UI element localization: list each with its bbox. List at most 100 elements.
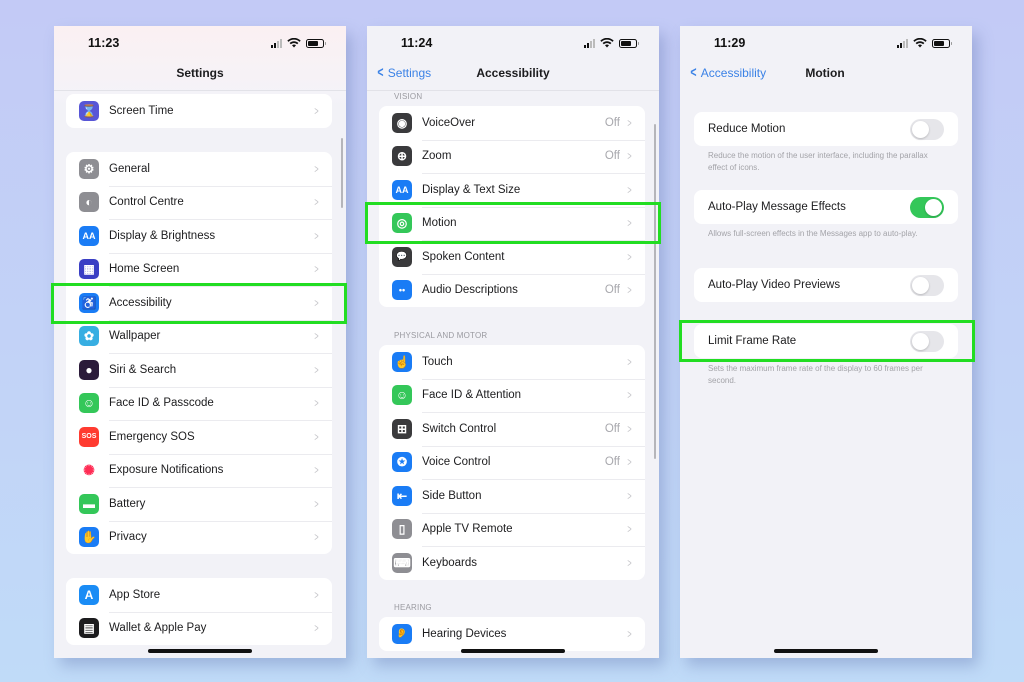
list-item-touch[interactable]: ☝ Touch > (379, 345, 645, 379)
list-item-hearing-devices[interactable]: 👂 Hearing Devices > (379, 617, 645, 651)
settings-group-main: ⚙ General > ◐ Control Centre > AA Display & Bri… (66, 152, 332, 554)
app-grid-icon: ▦ (79, 259, 99, 280)
chevron-left-icon: < (690, 64, 697, 81)
ear-icon: 👂 (392, 623, 412, 644)
text-size-icon: AA (392, 179, 412, 200)
list-item-label: VoiceOver (422, 116, 476, 129)
list-item-wallet-and-apple-pay[interactable]: ▤ Wallet & Apple Pay > (66, 611, 332, 646)
nav-bar: Settings (54, 62, 346, 88)
list-item-switch-control[interactable]: ⊞ Switch Control Off > (379, 412, 645, 446)
section-header-hearing: HEARING (394, 603, 432, 612)
chevron-right-icon: > (314, 195, 319, 210)
text-size-icon: AA (79, 225, 99, 246)
hand-icon: ✋ (79, 527, 99, 548)
face-id-icon: ☺ (79, 393, 99, 414)
list-item-face-id-and-attention[interactable]: ☺ Face ID & Attention > (379, 378, 645, 413)
sos-icon: SOS (79, 426, 99, 447)
list-item-label: Exposure Notifications (109, 464, 224, 477)
list-item-spoken-content[interactable]: 💬 Spoken Content > (379, 240, 645, 274)
list-item-wallpaper[interactable]: ✿ Wallpaper > (66, 319, 332, 354)
list-item-value: Off (604, 422, 620, 435)
list-item-keyboards[interactable]: ⌨ Keyboards > (379, 546, 645, 580)
limit-frame-rate-row: Limit Frame Rate (694, 324, 958, 358)
list-item-label: Wallpaper (109, 330, 161, 343)
chevron-right-icon: > (314, 103, 319, 118)
list-item-home-screen[interactable]: ▦ Home Screen > (66, 252, 332, 287)
list-item-exposure-notifications[interactable]: ✺ Exposure Notifications > (66, 453, 332, 488)
back-button[interactable]: < Accessibility (689, 64, 767, 81)
chevron-right-icon: > (627, 216, 632, 231)
nav-divider (367, 90, 659, 91)
back-button-label: Accessibility (700, 66, 767, 80)
home-indicator[interactable] (461, 649, 565, 653)
list-item-display-and-brightness[interactable]: AA Display & Brightness > (66, 219, 332, 253)
chevron-right-icon: > (627, 421, 632, 436)
list-item-battery[interactable]: ▬ Battery > (66, 487, 332, 521)
list-item-app-store[interactable]: A App Store > (66, 578, 332, 612)
switch-control-icon: ⊞ (392, 418, 412, 439)
exposure-icon: ✺ (79, 460, 99, 481)
list-item-voiceover[interactable]: ◉ VoiceOver Off > (379, 106, 645, 140)
accessibility-icon: ♿ (79, 292, 99, 313)
list-item-zoom[interactable]: ⊕ Zoom Off > (379, 139, 645, 174)
list-item-emergency-sos[interactable]: SOS Emergency SOS > (66, 420, 332, 454)
list-item-general[interactable]: ⚙ General > (66, 152, 332, 186)
motion-icon: ◎ (392, 213, 412, 234)
list-item-voice-control[interactable]: ✪ Voice Control Off > (379, 445, 645, 480)
scrollbar[interactable] (341, 138, 343, 208)
list-item-audio-descriptions[interactable]: •• Audio Descriptions Off > (379, 273, 645, 308)
list-item-label: Zoom (422, 150, 452, 163)
list-item-label: Touch (422, 355, 453, 368)
status-time: 11:24 (401, 36, 433, 50)
scrollbar[interactable] (654, 124, 656, 459)
wifi-icon (913, 38, 927, 48)
list-item-label: Wallet & Apple Pay (109, 622, 207, 635)
chevron-right-icon: > (314, 161, 319, 176)
wallet-icon: ▤ (79, 618, 99, 639)
auto-play-video-previews-row: Auto-Play Video Previews (694, 268, 958, 302)
list-item-privacy[interactable]: ✋ Privacy > (66, 520, 332, 555)
chevron-right-icon: > (627, 249, 632, 264)
cellular-signal-icon (584, 38, 595, 48)
cellular-signal-icon (271, 38, 282, 48)
chevron-right-icon: > (314, 496, 319, 511)
reduce-motion-toggle[interactable] (910, 118, 944, 140)
list-item-control-centre[interactable]: ◐ Control Centre > (66, 185, 332, 220)
list-item-value: Off (604, 150, 620, 163)
flower-icon: ✿ (79, 326, 99, 347)
list-item-label: Emergency SOS (109, 430, 195, 443)
list-item-label: Siri & Search (109, 363, 177, 376)
chevron-right-icon: > (627, 283, 632, 298)
list-item-screen-time[interactable]: ⌛ Screen Time > (66, 94, 332, 128)
section-header-physical-motor: PHYSICAL AND MOTOR (394, 331, 488, 340)
list-item-face-id-and-passcode[interactable]: ☺ Face ID & Passcode > (66, 386, 332, 421)
home-indicator[interactable] (774, 649, 878, 653)
list-item-label: Side Button (422, 489, 482, 502)
status-bar: 11:23 (54, 26, 346, 62)
gear-icon: ⚙ (79, 158, 99, 179)
list-item-label: Switch Control (422, 422, 497, 435)
voiceover-icon: ◉ (392, 112, 412, 133)
chevron-right-icon: > (314, 621, 319, 636)
auto-play-message-effects-toggle[interactable] (910, 196, 944, 218)
auto-play-video-previews-label: Auto-Play Video Previews (708, 279, 841, 291)
list-item-motion[interactable]: ◎ Motion > (379, 206, 645, 241)
status-time: 11:23 (88, 36, 120, 50)
auto-play-video-previews-toggle[interactable] (910, 274, 944, 296)
list-item-siri-and-search[interactable]: ● Siri & Search > (66, 353, 332, 387)
home-indicator[interactable] (148, 649, 252, 653)
toggles-icon: ◐ (79, 192, 99, 213)
limit-frame-rate-toggle[interactable] (910, 330, 944, 352)
auto-play-message-effects-label: Auto-Play Message Effects (708, 201, 846, 213)
nav-bar: < Accessibility Motion (680, 62, 972, 88)
settings-group-screen-time: ⌛ Screen Time > (66, 94, 332, 128)
section-header-vision: VISION (394, 92, 423, 101)
list-item-label: Apple TV Remote (422, 523, 513, 536)
list-item-display-and-text-size[interactable]: AA Display & Text Size > (379, 173, 645, 207)
settings-group-store: A App Store > ▤ Wallet & Apple Pay > (66, 578, 332, 645)
wifi-icon (600, 38, 614, 48)
list-item-side-button[interactable]: ⇤ Side Button > (379, 479, 645, 513)
list-item-accessibility[interactable]: ♿ Accessibility > (66, 286, 332, 320)
list-item-apple-tv-remote[interactable]: ▯ Apple TV Remote > (379, 512, 645, 547)
accessibility-screen: 11:24 < Settings Accessibility VISION ◉ V… (367, 26, 659, 658)
